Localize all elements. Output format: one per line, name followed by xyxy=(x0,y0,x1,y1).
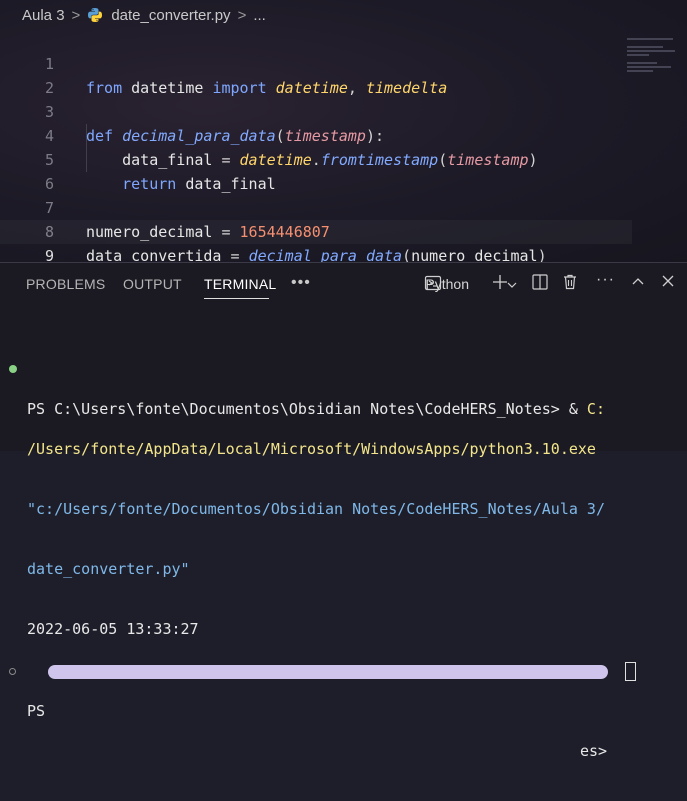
close-panel-icon[interactable] xyxy=(661,274,675,291)
python-file-icon xyxy=(88,8,103,22)
breadcrumb-separator: > xyxy=(237,6,247,24)
breadcrumb: Aula 3 > date_converter.py > ... xyxy=(0,0,687,30)
code-line[interactable]: 5 return data_final xyxy=(0,124,687,193)
bottom-panel: PROBLEMS OUTPUT TERMINAL ••• Python ··· xyxy=(0,262,687,760)
breadcrumb-more[interactable]: ... xyxy=(253,7,266,24)
tab-output[interactable]: OUTPUT xyxy=(123,276,182,292)
success-dot-icon[interactable] xyxy=(9,365,17,373)
empty-status-dot-icon[interactable] xyxy=(9,668,16,675)
terminal-line: date_converter.py" xyxy=(27,560,190,578)
breadcrumb-folder[interactable]: Aula 3 xyxy=(22,7,65,24)
maximize-panel-chevron-up-icon[interactable] xyxy=(631,275,645,292)
code-line[interactable]: 7 numero_decimal = 1654446807 xyxy=(0,172,687,241)
tab-problems[interactable]: PROBLEMS xyxy=(26,276,105,292)
terminal-cursor[interactable] xyxy=(625,662,636,681)
editor-pane[interactable]: Aula 3 > date_converter.py > ... 1 from … xyxy=(0,0,687,262)
trash-icon[interactable] xyxy=(561,273,579,294)
code-line[interactable]: 1 from datetime import datetime, timedel… xyxy=(0,28,687,97)
code-line[interactable]: 8 data_convertida = decimal_para_data(nu… xyxy=(0,196,687,262)
breadcrumb-file[interactable]: date_converter.py xyxy=(111,7,230,24)
code-line[interactable]: 2 xyxy=(0,52,687,97)
code-line[interactable]: 3 def decimal_para_data(timestamp): xyxy=(0,76,687,145)
terminal-prompt-line: PS es> xyxy=(0,661,687,760)
code-line[interactable]: 6 xyxy=(0,148,687,193)
more-actions-icon[interactable]: ••• xyxy=(291,274,311,292)
chevron-down-icon[interactable] xyxy=(507,277,517,293)
ellipsis-icon[interactable]: ··· xyxy=(596,271,615,289)
terminal-line: PS C:\Users\fonte\Documentos\Obsidian No… xyxy=(0,359,687,418)
code-line[interactable]: 4 data_final = datetime.fromtimestamp(ti… xyxy=(0,100,687,169)
breadcrumb-separator: > xyxy=(71,6,81,24)
tab-terminal[interactable]: TERMINAL xyxy=(204,276,276,292)
terminal-line: "c:/Users/fonte/Documentos/Obsidian Note… xyxy=(27,500,605,518)
terminal-output[interactable]: PS C:\Users\fonte\Documentos\Obsidian No… xyxy=(0,319,687,760)
terminal-line: 2022-06-05 13:33:27 xyxy=(27,620,199,638)
terminal-line: /Users/fonte/AppData/Local/Microsoft/Win… xyxy=(27,440,596,458)
code-area[interactable]: 1 from datetime import datetime, timedel… xyxy=(0,28,687,262)
terminal-shell-label[interactable]: Python xyxy=(425,276,469,292)
split-terminal-icon[interactable] xyxy=(531,273,549,294)
code-line[interactable]: 10 xyxy=(0,244,687,262)
minimap[interactable] xyxy=(627,38,679,74)
active-tab-indicator xyxy=(204,298,269,299)
panel-tabs: PROBLEMS OUTPUT TERMINAL ••• Python ··· xyxy=(0,263,687,307)
redaction-mark xyxy=(48,665,608,679)
code-line-active[interactable]: 9 print(data_convertida) xyxy=(0,220,632,262)
